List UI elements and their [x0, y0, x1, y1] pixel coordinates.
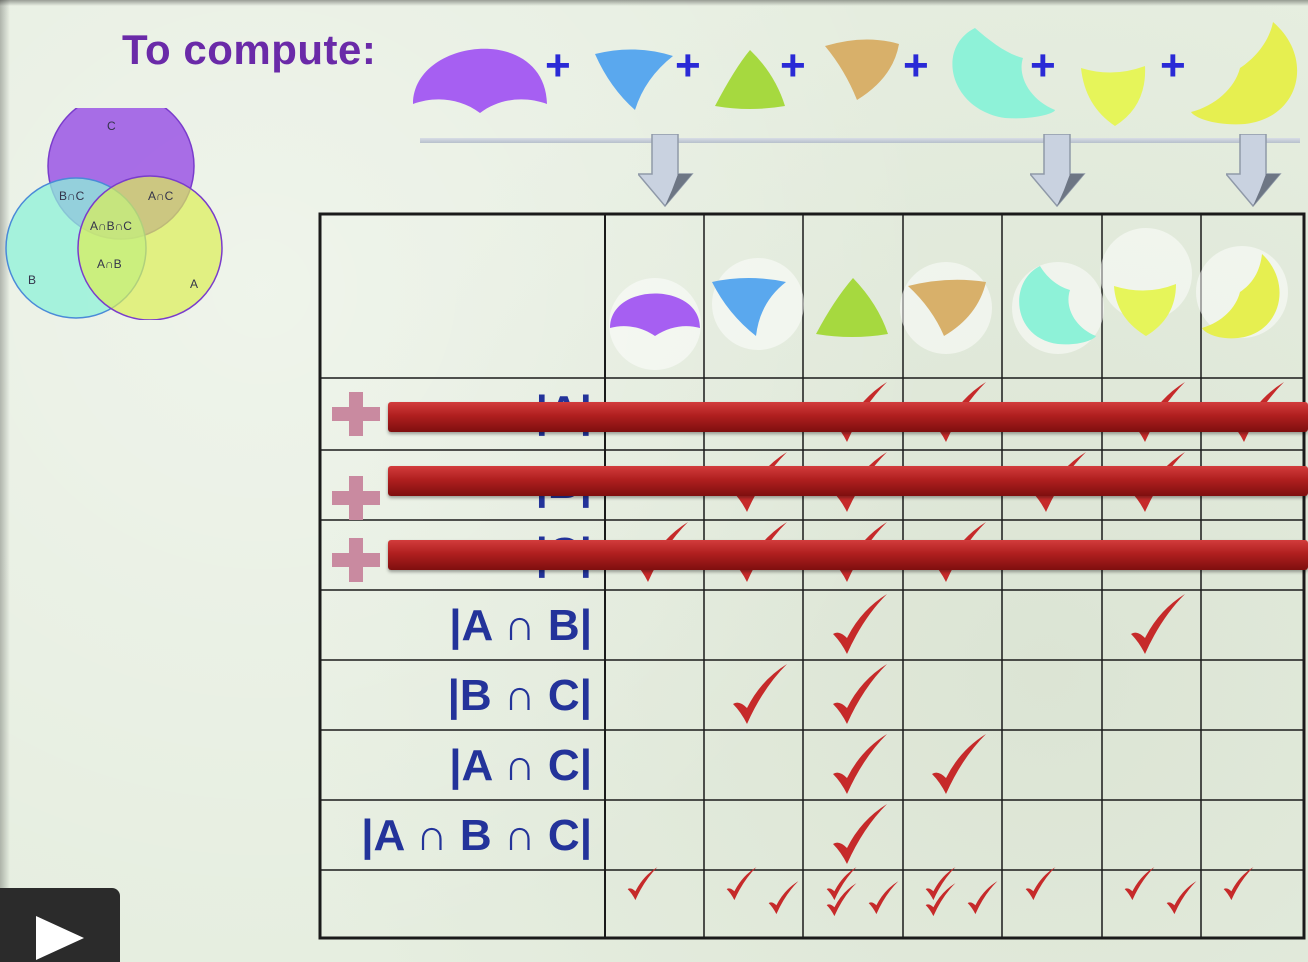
venn-label-a-and-b: A∩B	[97, 257, 122, 271]
check-marks-layer	[627, 382, 1284, 917]
strike-bar-c	[388, 540, 1308, 570]
formula-piece-b-and-c	[595, 49, 673, 110]
check-mark	[925, 883, 956, 917]
venn-label-a: A	[190, 277, 198, 291]
check-mark	[1131, 594, 1185, 654]
header-piece-a-and-c	[900, 262, 992, 354]
formula-row: + + + + + +	[413, 22, 1298, 126]
header-piece-c-only	[609, 278, 701, 370]
row-label-b-and-c: |B ∩ C|	[447, 671, 592, 720]
header-piece-a-and-b-and-c	[816, 278, 888, 337]
check-mark	[932, 734, 986, 794]
check-mark	[833, 594, 887, 654]
check-mark	[1166, 881, 1197, 915]
check-mark	[627, 867, 658, 901]
check-mark	[925, 867, 956, 901]
formula-piece-a-only	[1191, 22, 1298, 125]
formula-piece-a-and-c	[825, 39, 899, 100]
formula-divider	[420, 138, 1300, 143]
check-mark	[833, 734, 887, 794]
row-label-a-and-b-and-c: |A ∩ B ∩ C|	[361, 811, 592, 860]
plus-sign: +	[903, 41, 929, 90]
down-arrow-icon	[638, 134, 694, 208]
check-mark	[868, 881, 899, 915]
check-mark	[967, 881, 998, 915]
header-piece-a-only	[1196, 246, 1288, 339]
lecture-slide: To compute: + + + + + + C B∩C A∩C A∩B∩C …	[0, 0, 1308, 962]
strike-bar-a	[388, 402, 1308, 432]
venn-label-c: C	[107, 119, 116, 133]
check-mark	[726, 867, 757, 901]
venn-label-a-and-c: A∩C	[148, 189, 174, 203]
venn-label-a-and-b-and-c: A∩B∩C	[90, 219, 132, 233]
check-mark	[1124, 867, 1155, 901]
plus-sign: +	[545, 41, 571, 90]
venn-label-b: B	[28, 273, 36, 287]
formula-piece-a-and-b-and-c	[715, 50, 785, 109]
check-mark	[768, 881, 799, 915]
check-mark	[1025, 867, 1056, 901]
row-label-a-and-b: |A ∩ B|	[449, 601, 592, 650]
plus-sign: +	[675, 41, 701, 90]
check-mark	[833, 664, 887, 724]
formula-piece-a-and-b	[1081, 66, 1146, 126]
check-mark	[826, 867, 857, 901]
plus-icon	[332, 392, 380, 436]
check-mark	[826, 883, 857, 917]
slide-edge-shadow	[0, 0, 1308, 6]
row-label-a-and-c: |A ∩ C|	[449, 741, 592, 790]
header-piece-b-and-c	[712, 258, 804, 350]
plus-sign: +	[1160, 41, 1186, 90]
formula-piece-c-only	[413, 48, 547, 114]
plus-icon	[332, 476, 380, 520]
plus-sign: +	[780, 41, 806, 90]
check-mark	[833, 804, 887, 864]
strike-bar-b	[388, 466, 1308, 496]
plus-icon	[332, 538, 380, 582]
check-mark	[1223, 867, 1254, 901]
header-piece-a-and-b	[1100, 228, 1192, 336]
venn-diagram: C B∩C A∩C A∩B∩C A∩B B A	[5, 108, 223, 320]
venn-label-b-and-c: B∩C	[59, 189, 85, 203]
slide-title: To compute:	[122, 26, 377, 73]
header-piece-b-only	[1012, 262, 1104, 354]
plus-sign: +	[1030, 41, 1056, 90]
down-arrow-icon	[1030, 134, 1086, 208]
play-icon	[36, 916, 84, 960]
check-mark	[733, 664, 787, 724]
play-button[interactable]	[0, 888, 120, 962]
down-arrow-icon	[1226, 134, 1282, 208]
